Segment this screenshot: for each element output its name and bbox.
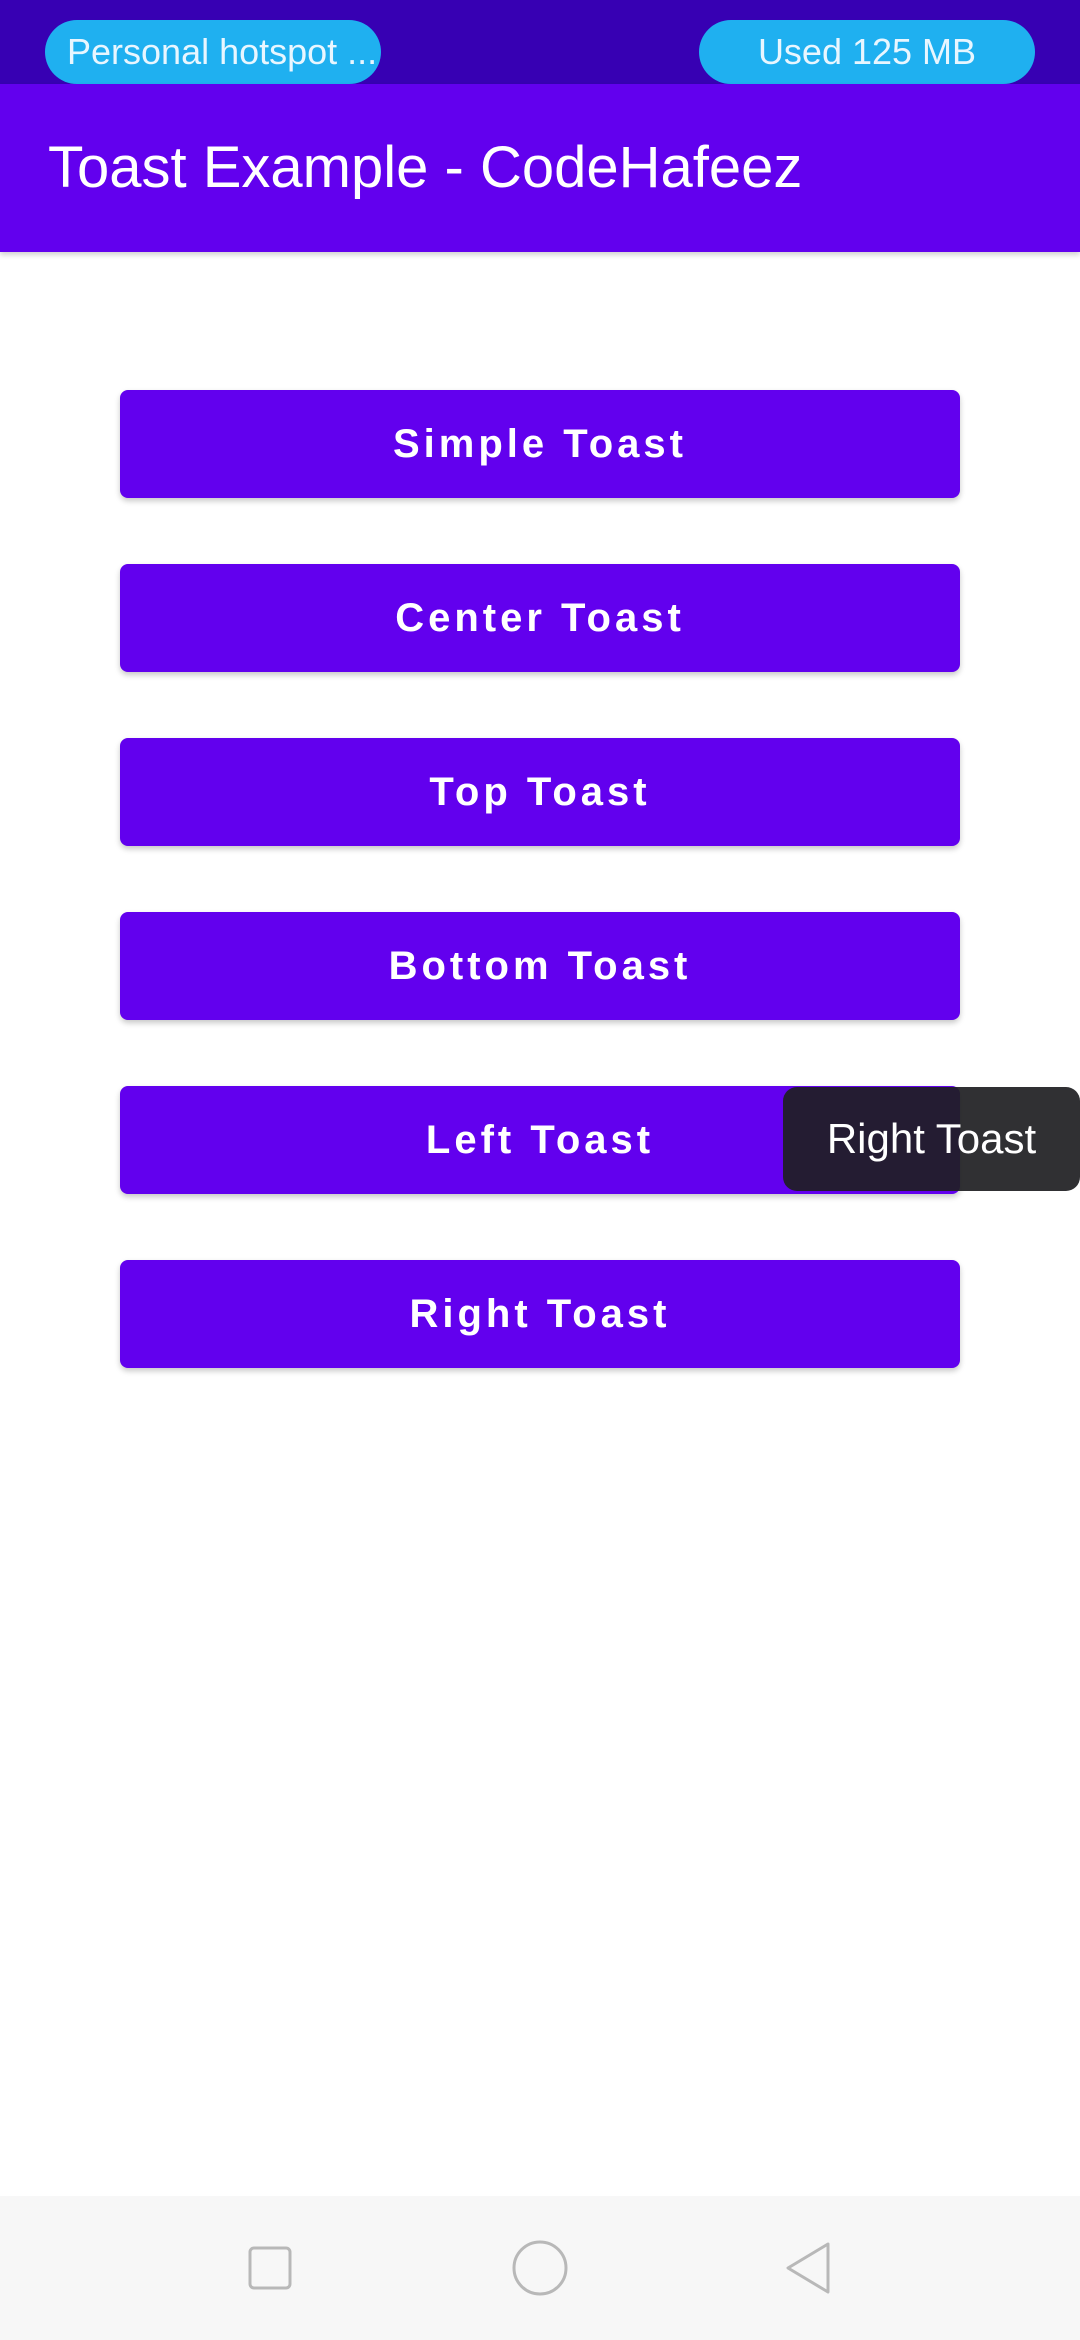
data-usage-pill[interactable]: Used 125 MB	[699, 20, 1035, 84]
toast-message: Right Toast	[783, 1087, 1080, 1191]
square-icon	[248, 2246, 292, 2290]
right-toast-button[interactable]: Right Toast	[120, 1260, 960, 1368]
back-button[interactable]	[774, 2232, 846, 2304]
app-bar: Toast Example - CodeHafeez	[0, 84, 1080, 252]
data-usage-label: Used 125 MB	[757, 31, 977, 72]
simple-toast-button[interactable]: Simple Toast	[120, 390, 960, 498]
navigation-bar	[0, 2196, 1080, 2340]
recents-button[interactable]	[234, 2232, 306, 2304]
status-bar: Personal hotspot ... Used 125 MB	[0, 0, 1080, 84]
center-toast-button[interactable]: Center Toast	[120, 564, 960, 672]
hotspot-label: Personal hotspot ...	[67, 31, 378, 72]
hotspot-pill[interactable]: Personal hotspot ...	[45, 20, 381, 84]
home-button[interactable]	[504, 2232, 576, 2304]
app-title: Toast Example - CodeHafeez	[48, 135, 803, 200]
triangle-back-icon	[786, 2242, 830, 2294]
circle-icon	[512, 2240, 568, 2296]
top-toast-button[interactable]: Top Toast	[120, 738, 960, 846]
bottom-toast-button[interactable]: Bottom Toast	[120, 912, 960, 1020]
